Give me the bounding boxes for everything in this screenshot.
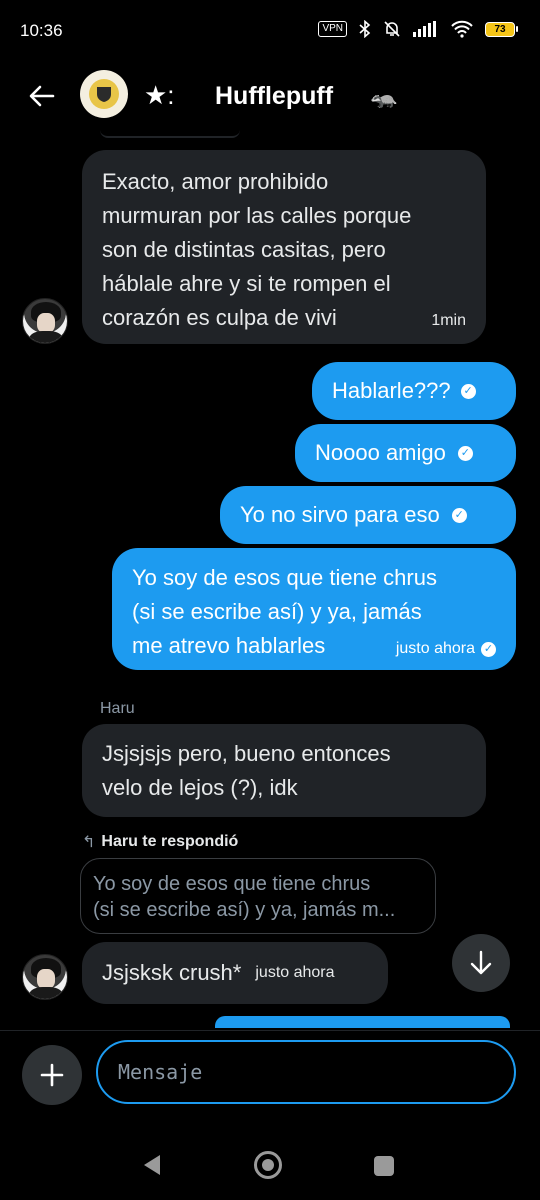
nav-back-icon[interactable]: [142, 1154, 162, 1176]
reply-label-text: Haru te respondió: [101, 833, 239, 850]
message-line: Yo soy de esos que tiene chrus: [132, 565, 437, 590]
message-timestamp: 1min: [431, 312, 466, 329]
read-check-icon: ✓: [451, 507, 467, 523]
quoted-message[interactable]: Yo soy de esos que tiene chrus (si se es…: [80, 858, 436, 934]
nav-recents-icon[interactable]: [374, 1156, 394, 1176]
hufflepuff-crest-icon: [89, 79, 119, 109]
add-attachment-button[interactable]: [22, 1045, 82, 1105]
message-bubble-outgoing[interactable]: Yo soy de esos que tiene chrus (si se es…: [112, 548, 516, 670]
message-composer: [0, 1030, 540, 1120]
message-timestamp: justo ahora: [395, 640, 475, 657]
message-line: corazón es culpa de vivi: [102, 305, 337, 330]
status-time: 10:36: [20, 21, 63, 40]
message-text: Jsjsksk crush*: [102, 960, 242, 985]
sender-name: Haru: [100, 700, 135, 717]
scroll-to-bottom-button[interactable]: [452, 934, 510, 992]
message-line: Exacto, amor prohibido: [102, 169, 329, 194]
message-line: háblale ahre y si te rompen el: [102, 271, 391, 296]
system-navigation-bar: [0, 1130, 540, 1200]
message-text: Hablarle???: [332, 378, 451, 403]
partial-message-bubble: [215, 1016, 510, 1028]
reply-arrow-icon: ↰: [82, 834, 96, 851]
signal-icon: [413, 21, 436, 37]
message-bubble-incoming[interactable]: Jsjsjsjs pero, bueno entonces velo de le…: [82, 724, 486, 817]
sender-avatar[interactable]: [22, 954, 68, 1000]
bell-muted-icon: [384, 21, 400, 37]
nav-home-icon[interactable]: [254, 1151, 282, 1179]
sender-avatar[interactable]: [22, 298, 68, 344]
vpn-badge: VPN: [318, 21, 347, 37]
group-title[interactable]: Hufflepuff: [215, 82, 333, 111]
message-bubble-incoming[interactable]: Jsjsksk crush* justo ahora: [82, 942, 388, 1004]
quoted-line: (si se escribe así) y ya, jamás m...: [93, 899, 396, 921]
back-arrow-icon: [29, 85, 55, 107]
partial-message-edge: [100, 130, 240, 138]
group-avatar[interactable]: [80, 70, 128, 118]
message-bubble-outgoing[interactable]: Noooo amigo ✓: [295, 424, 516, 482]
message-bubble-outgoing[interactable]: Hablarle??? ✓: [312, 362, 516, 420]
battery-indicator: 73: [485, 21, 518, 37]
badger-emoji: 🦡: [370, 84, 398, 109]
back-button[interactable]: [22, 76, 62, 116]
read-check-icon: ✓: [457, 445, 473, 461]
message-line: Jsjsjsjs pero, bueno entonces: [102, 741, 391, 766]
message-input[interactable]: [96, 1040, 516, 1104]
wifi-icon: [451, 20, 473, 38]
status-bar: 10:36 VPN 73: [0, 0, 540, 62]
message-text: Noooo amigo: [315, 440, 446, 465]
message-bubble-outgoing[interactable]: Yo no sirvo para eso ✓: [220, 486, 516, 544]
plus-icon: [40, 1063, 64, 1087]
reply-label: ↰ Haru te respondió: [82, 832, 238, 852]
message-bubble-incoming[interactable]: Exacto, amor prohibido murmuran por las …: [82, 150, 486, 344]
status-icons: VPN 73: [318, 20, 518, 38]
message-line: murmuran por las calles porque: [102, 203, 412, 228]
arrow-down-icon: [470, 950, 492, 975]
quoted-line: Yo soy de esos que tiene chrus: [93, 873, 371, 895]
read-check-icon: ✓: [481, 641, 496, 657]
chat-header: ★: Hufflepuff 🦡: [0, 62, 540, 130]
message-text: Yo no sirvo para eso: [240, 502, 440, 527]
read-check-icon: ✓: [460, 383, 476, 399]
group-title-prefix: ★:: [144, 80, 175, 110]
battery-level: 73: [485, 21, 515, 37]
bluetooth-icon: [359, 20, 371, 38]
message-line: me atrevo hablarles: [132, 633, 326, 658]
message-line: (si se escribe así) y ya, jamás: [132, 599, 422, 624]
message-timestamp: justo ahora: [255, 964, 335, 981]
message-line: son de distintas casitas, pero: [102, 237, 386, 262]
message-line: velo de lejos (?), idk: [102, 775, 298, 800]
